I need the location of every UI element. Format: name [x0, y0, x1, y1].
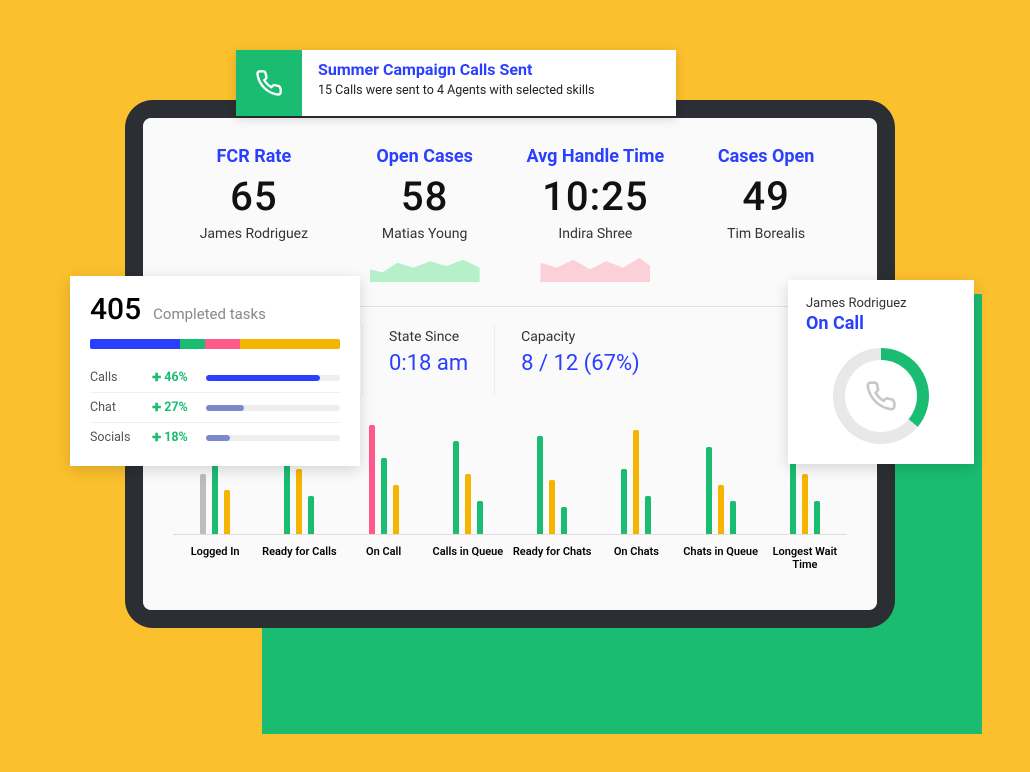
bar-label: Logged In — [173, 545, 257, 571]
bar-group[interactable] — [679, 425, 763, 534]
completed-tasks-card[interactable]: 405 Completed tasks Calls✚46%Chat✚27%Soc… — [70, 276, 360, 466]
bar — [814, 501, 820, 534]
task-name: Chat — [90, 400, 152, 415]
kpi-row: FCR Rate 65 James Rodriguez Open Cases 5… — [173, 146, 847, 282]
tasks-header: 405 Completed tasks — [90, 292, 340, 327]
kpi-title: FCR Rate — [173, 146, 335, 167]
status-gauge — [833, 348, 929, 444]
state-since-cell[interactable]: State Since 0:18 am — [363, 325, 495, 395]
notification-body: Summer Campaign Calls Sent 15 Calls were… — [302, 50, 610, 116]
kpi-owner: Indira Shree — [515, 226, 677, 242]
tasks-count: 405 — [90, 292, 141, 327]
task-row[interactable]: Chat✚27% — [90, 392, 340, 422]
bar — [561, 507, 567, 534]
task-row[interactable]: Socials✚18% — [90, 422, 340, 452]
state-since-label: State Since — [389, 329, 468, 345]
tasks-stacked-bar — [90, 339, 340, 349]
bar-label: Longest Wait Time — [763, 545, 847, 571]
kpi-value: 49 — [685, 173, 847, 220]
bar — [393, 485, 399, 534]
bar — [477, 501, 483, 534]
stacked-segment — [180, 339, 205, 349]
bar — [730, 501, 736, 534]
kpi-title: Cases Open — [685, 146, 847, 167]
kpi-title: Open Cases — [344, 146, 506, 167]
bar — [465, 474, 471, 534]
task-name: Socials — [90, 430, 152, 445]
state-since-value: 0:18 am — [389, 351, 468, 376]
bar-label: On Chats — [594, 545, 678, 571]
agent-status: On Call — [806, 313, 956, 334]
bar — [200, 474, 206, 534]
bar — [381, 458, 387, 534]
agent-name: James Rodriguez — [806, 296, 956, 311]
kpi-owner: Matias Young — [344, 226, 506, 242]
sparkline-icon — [540, 250, 650, 282]
bar-label: Ready for Chats — [510, 545, 594, 571]
bar-label: Chats in Queue — [679, 545, 763, 571]
kpi-value: 65 — [173, 173, 335, 220]
sparkline-icon — [370, 250, 480, 282]
bar — [802, 474, 808, 534]
task-name: Calls — [90, 370, 152, 385]
stacked-segment — [205, 339, 240, 349]
kpi-title: Avg Handle Time — [515, 146, 677, 167]
bar — [308, 496, 314, 534]
bar-label: On Call — [342, 545, 426, 571]
capacity-cell[interactable]: Capacity 8 / 12 (67%) — [495, 325, 666, 395]
stacked-segment — [240, 339, 340, 349]
kpi-owner: James Rodriguez — [173, 226, 335, 242]
bar — [224, 490, 230, 534]
kpi-fcr-rate[interactable]: FCR Rate 65 James Rodriguez — [173, 146, 335, 282]
kpi-open-cases[interactable]: Open Cases 58 Matias Young — [344, 146, 506, 282]
task-delta: ✚18% — [152, 430, 200, 445]
plus-icon: ✚ — [152, 401, 161, 414]
bar-chart-labels: Logged InReady for CallsOn CallCalls in … — [173, 545, 847, 571]
kpi-cases-open[interactable]: Cases Open 49 Tim Borealis — [685, 146, 847, 282]
bar-group[interactable] — [426, 425, 510, 534]
bar — [537, 436, 543, 534]
bar — [296, 469, 302, 534]
task-delta: ✚27% — [152, 400, 200, 415]
task-mini-bar — [206, 375, 340, 381]
capacity-label: Capacity — [521, 329, 640, 345]
phone-icon — [845, 360, 917, 432]
kpi-avg-handle-time[interactable]: Avg Handle Time 10:25 Indira Shree — [515, 146, 677, 282]
bar-group[interactable] — [594, 425, 678, 534]
tasks-label: Completed tasks — [153, 305, 266, 323]
kpi-value: 58 — [344, 173, 506, 220]
notification-toast[interactable]: Summer Campaign Calls Sent 15 Calls were… — [236, 50, 676, 116]
plus-icon: ✚ — [152, 371, 161, 384]
phone-icon — [236, 50, 302, 116]
bar — [621, 469, 627, 534]
bar-group[interactable] — [510, 425, 594, 534]
kpi-value: 10:25 — [515, 173, 677, 220]
task-mini-bar — [206, 435, 340, 441]
agent-status-card[interactable]: James Rodriguez On Call — [788, 280, 974, 464]
bar — [549, 480, 555, 535]
plus-icon: ✚ — [152, 431, 161, 444]
stacked-segment — [90, 339, 180, 349]
task-delta: ✚46% — [152, 370, 200, 385]
bar-label: Ready for Calls — [257, 545, 341, 571]
bar — [706, 447, 712, 534]
bar — [369, 425, 375, 534]
task-row[interactable]: Calls✚46% — [90, 363, 340, 392]
bar — [718, 485, 724, 534]
notification-subtitle: 15 Calls were sent to 4 Agents with sele… — [318, 83, 594, 98]
bar-label: Calls in Queue — [426, 545, 510, 571]
task-mini-bar — [206, 405, 340, 411]
kpi-owner: Tim Borealis — [685, 226, 847, 242]
tasks-breakdown-list: Calls✚46%Chat✚27%Socials✚18% — [90, 363, 340, 452]
bar — [453, 441, 459, 534]
notification-title: Summer Campaign Calls Sent — [318, 60, 594, 79]
bar — [645, 496, 651, 534]
bar — [633, 430, 639, 534]
capacity-value: 8 / 12 (67%) — [521, 351, 640, 376]
